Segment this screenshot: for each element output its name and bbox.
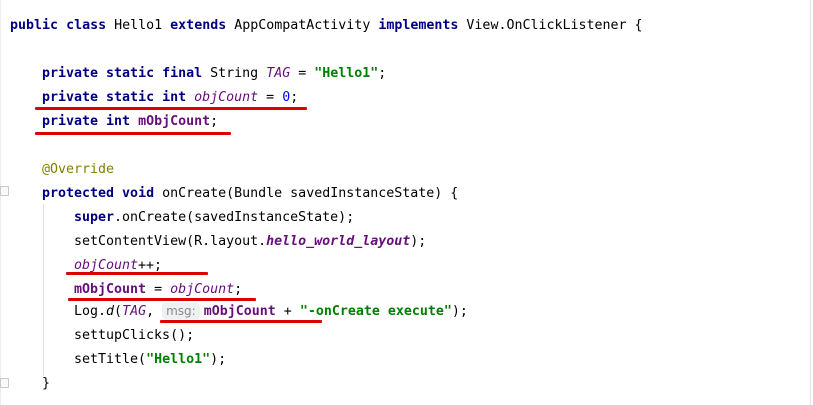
modifiers: private static final <box>42 66 203 81</box>
code-line-closing-brace[interactable]: } <box>42 374 50 394</box>
red-underline-annotation <box>35 107 307 110</box>
keyword: extends <box>170 18 227 33</box>
red-underline-annotation <box>160 320 322 323</box>
code-line-log-call[interactable]: Log.d(TAG, msg: mObjCount + "-onCreate ex… <box>74 302 468 322</box>
semicolon: ; <box>234 282 243 297</box>
field-name: mObjCount <box>138 114 211 129</box>
class-name: Hello1 <box>114 18 163 33</box>
field-name: mObjCount <box>203 304 276 319</box>
code-line-objcount-field[interactable]: private static int objCount = 0; <box>42 88 298 108</box>
code-editor[interactable]: public class Hello1 extends AppCompatAct… <box>0 0 813 405</box>
operator: = <box>290 66 315 81</box>
keyword: implements <box>378 18 459 33</box>
modifiers: protected void <box>42 186 155 201</box>
brace: { <box>634 18 643 33</box>
modifiers: private static int <box>42 90 187 105</box>
comma: , <box>146 304 163 319</box>
code-line-tag-field[interactable]: private static final String TAG = "Hello… <box>42 64 386 84</box>
superclass-name: AppCompatActivity <box>234 18 371 33</box>
operator: = <box>258 90 283 105</box>
static-field-name: hello_world_layout <box>266 234 411 249</box>
keyword: public <box>10 18 59 33</box>
code-line-set-title[interactable]: setTitle("Hello1"); <box>74 350 226 370</box>
interface-name: View.OnClickListener <box>466 18 627 33</box>
semicolon: ; <box>210 114 219 129</box>
code-line-oncreate-signature[interactable]: protected void onCreate(Bundle savedInst… <box>42 184 458 204</box>
static-field-name: TAG <box>122 304 147 319</box>
code-line-annotation[interactable]: @Override <box>42 160 114 180</box>
brace: } <box>42 376 51 391</box>
statement: setContentView(R.layout. <box>74 234 267 249</box>
red-underline-annotation <box>35 132 231 135</box>
string-literal: "Hello1" <box>146 352 211 367</box>
code-line-mobjcount-assign[interactable]: mObjCount = objCount; <box>74 280 242 300</box>
code-line-mobjcount-field[interactable]: private int mObjCount; <box>42 112 218 132</box>
paren: ( <box>114 304 123 319</box>
statement: ); <box>210 352 227 367</box>
static-field-name: objCount <box>194 90 259 105</box>
modifiers: private int <box>42 114 131 129</box>
code-line-set-content-view[interactable]: setContentView(R.layout.hello_world_layo… <box>74 232 426 252</box>
statement: setTitle( <box>74 352 147 367</box>
red-underline-annotation <box>66 272 208 275</box>
parameter-hint: msg: <box>162 303 200 319</box>
annotation: @Override <box>42 162 115 177</box>
statement: Log. <box>74 304 107 319</box>
static-field-name: TAG <box>266 66 291 81</box>
static-method-name: d <box>106 304 115 319</box>
statement: .onCreate(savedInstanceState); <box>114 210 355 225</box>
string-literal: "-onCreate execute" <box>299 304 452 319</box>
static-field-name: objCount <box>170 282 235 297</box>
operator: ++; <box>138 258 163 273</box>
editor-right-edge <box>810 0 811 405</box>
type-name: String <box>210 66 259 81</box>
static-field-name: objCount <box>74 258 139 273</box>
semicolon: ; <box>290 90 299 105</box>
fold-marker-icon[interactable] <box>0 378 9 388</box>
keyword: class <box>66 18 107 33</box>
indent-guide <box>43 204 44 376</box>
operator: + <box>275 304 300 319</box>
statement: ); <box>410 234 427 249</box>
fold-marker-icon[interactable] <box>0 186 9 196</box>
gutter <box>0 0 1 405</box>
method-signature: onCreate(Bundle savedInstanceState) { <box>162 186 459 201</box>
field-name: mObjCount <box>74 282 147 297</box>
red-underline-annotation <box>68 298 256 301</box>
semicolon: ; <box>378 66 387 81</box>
code-line-class-declaration[interactable]: public class Hello1 extends AppCompatAct… <box>10 16 643 36</box>
operator: = <box>146 282 171 297</box>
statement: ); <box>451 304 468 319</box>
code-line-super-call[interactable]: super.onCreate(savedInstanceState); <box>74 208 354 228</box>
string-literal: "Hello1" <box>314 66 379 81</box>
code-line-settup-clicks[interactable]: settupClicks(); <box>74 326 194 346</box>
keyword: super <box>74 210 115 225</box>
statement: settupClicks(); <box>74 328 195 343</box>
